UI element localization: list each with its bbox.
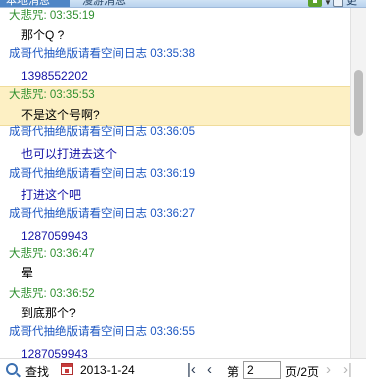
message-text: 1398552202 (21, 69, 88, 83)
prev-page-button[interactable]: ‹ (207, 360, 212, 380)
search-button[interactable]: 查找 (25, 363, 49, 380)
message-header: 成哥代抽绝版请看空间日志 03:36:27 (9, 208, 195, 220)
calendar-icon[interactable] (61, 363, 73, 375)
message-text: 晕 (21, 266, 34, 280)
message-header: 大悲咒: 03:36:47 (9, 248, 95, 260)
message-text: 那个Q ? (21, 28, 65, 42)
dropdown-caret-icon[interactable]: ▼ (324, 0, 332, 7)
add-icon[interactable] (308, 0, 322, 7)
message-text: 打进这个吧 (21, 188, 82, 202)
message-list[interactable]: 大悲咒: 03:35:19 那个Q ? 成哥代抽绝版请看空间日志 03:35:3… (0, 8, 350, 358)
more-button[interactable]: 更多 (346, 0, 366, 7)
message-header: 成哥代抽绝版请看空间日志 03:36:55 (9, 326, 195, 338)
speaker-icon[interactable] (333, 0, 343, 7)
message-header: 大悲咒: 03:35:53 (9, 89, 95, 101)
first-page-button[interactable]: |‹ (187, 360, 196, 380)
message-text: 不是这个号啊? (21, 108, 100, 122)
scrollbar-thumb[interactable] (354, 70, 363, 136)
message-text: 也可以打进去这个 (21, 147, 118, 161)
message-header: 大悲咒: 03:35:19 (9, 10, 95, 22)
message-text: 1287059943 (21, 229, 88, 243)
top-tab-bar: 本地消息 漫游消息 ▼ 更多 (0, 0, 366, 8)
bottom-toolbar: 查找 2013-1-24 |‹ ‹ 第 页/2页 › ›| (0, 358, 366, 381)
page-prefix: 第 (227, 365, 240, 379)
date-label[interactable]: 2013-1-24 (80, 363, 135, 377)
message-header: 成哥代抽绝版请看空间日志 03:36:05 (9, 126, 195, 138)
page-suffix: 页/2页 (285, 365, 320, 379)
page-number-input[interactable] (243, 361, 281, 379)
search-icon[interactable] (6, 363, 18, 375)
message-header: 成哥代抽绝版请看空间日志 03:36:19 (9, 168, 195, 180)
tab-roaming-messages[interactable]: 漫游消息 (82, 0, 126, 7)
message-text: 到底那个? (21, 306, 76, 320)
tab-local-messages[interactable]: 本地消息 (0, 0, 70, 7)
last-page-button[interactable]: ›| (343, 360, 352, 380)
message-text: 1287059943 (21, 347, 88, 358)
message-header: 大悲咒: 03:36:52 (9, 288, 95, 300)
message-header: 成哥代抽绝版请看空间日志 03:35:38 (9, 48, 195, 60)
next-page-button[interactable]: › (326, 360, 331, 380)
scrollbar[interactable] (350, 8, 366, 358)
